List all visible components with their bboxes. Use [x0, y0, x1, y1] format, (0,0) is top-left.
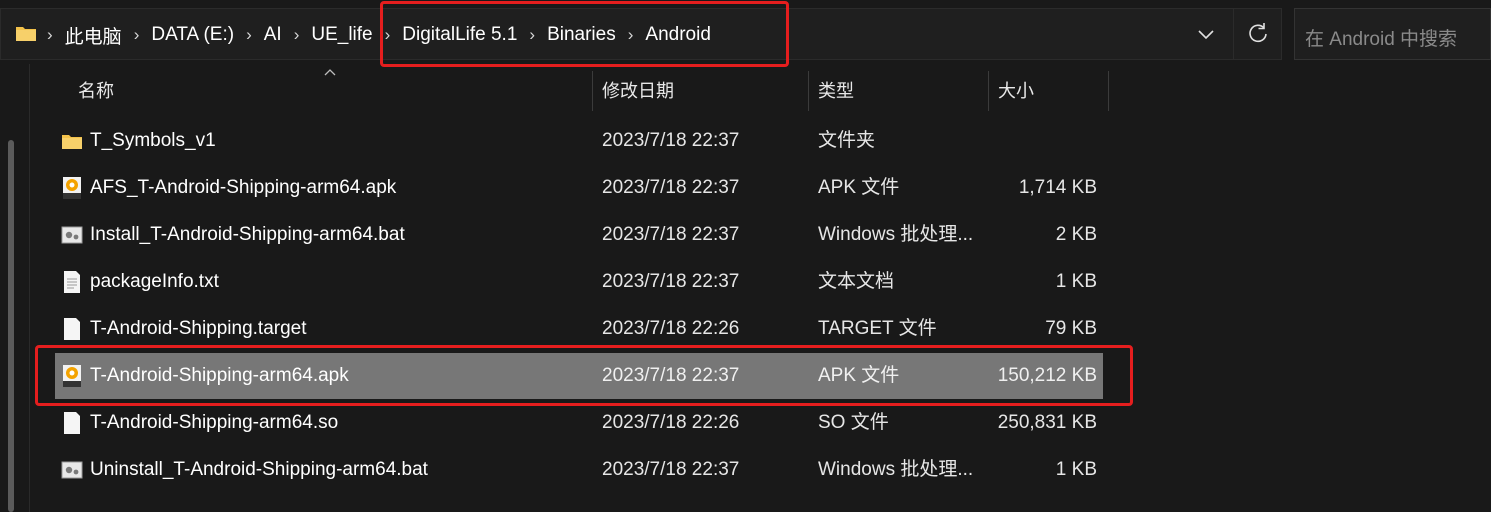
file-type: 文本文档	[818, 271, 895, 292]
file-type: Windows 批处理...	[818, 224, 974, 245]
pane-divider	[29, 64, 30, 512]
file-name: T_Symbols_v1	[90, 130, 216, 151]
file-type: 文件夹	[818, 130, 876, 151]
column-divider[interactable]	[592, 71, 593, 111]
file-name: Uninstall_T-Android-Shipping-arm64.bat	[90, 459, 428, 480]
breadcrumb-item[interactable]: Android	[639, 24, 717, 46]
file-row-selected[interactable]: T-Android-Shipping-arm64.apk 2023/7/18 2…	[55, 353, 1103, 399]
apk-icon	[63, 177, 81, 199]
chevron-right-icon[interactable]: ›	[622, 25, 640, 45]
address-bar[interactable]: › 此电脑 › DATA (E:) › AI › UE_life › Digit…	[0, 8, 1282, 60]
file-date: 2023/7/18 22:37	[602, 224, 740, 245]
file-name: AFS_T-Android-Shipping-arm64.apk	[90, 177, 397, 198]
breadcrumb-item[interactable]: Binaries	[541, 24, 622, 46]
file-type: SO 文件	[818, 412, 889, 433]
file-date: 2023/7/18 22:26	[602, 318, 740, 339]
txt-icon	[64, 271, 80, 293]
chevron-right-icon[interactable]: ›	[128, 25, 146, 45]
file-date: 2023/7/18 22:37	[602, 177, 740, 198]
file-row[interactable]: T_Symbols_v1 2023/7/18 22:37 文件夹	[55, 118, 1103, 164]
column-divider[interactable]	[1108, 71, 1109, 111]
chevron-right-icon[interactable]: ›	[523, 25, 541, 45]
file-row[interactable]: Uninstall_T-Android-Shipping-arm64.bat 2…	[55, 447, 1103, 493]
breadcrumb-item[interactable]: 此电脑	[59, 22, 128, 49]
file-size: 1,714 KB	[1018, 177, 1097, 198]
chevron-down-icon[interactable]	[1197, 29, 1215, 41]
chevron-right-icon[interactable]: ›	[240, 25, 258, 45]
scrollbar[interactable]	[8, 140, 14, 512]
file-date: 2023/7/18 22:37	[602, 271, 740, 292]
column-header-size[interactable]: 大小	[998, 66, 1034, 111]
file-icon	[64, 412, 80, 434]
file-type: APK 文件	[818, 177, 900, 198]
file-name: T-Android-Shipping-arm64.so	[90, 412, 339, 433]
file-size: 150,212 KB	[997, 365, 1097, 386]
file-size: 2 KB	[1055, 224, 1097, 245]
breadcrumb-item[interactable]: UE_life	[305, 24, 378, 46]
file-date: 2023/7/18 22:37	[602, 365, 740, 386]
file-row[interactable]: AFS_T-Android-Shipping-arm64.apk 2023/7/…	[55, 165, 1103, 211]
search-input[interactable]: 在 Android 中搜索	[1294, 8, 1491, 60]
file-row[interactable]: packageInfo.txt 2023/7/18 22:37 文本文档 1 K…	[55, 259, 1103, 305]
file-name: T-Android-Shipping-arm64.apk	[90, 365, 349, 386]
breadcrumb-item[interactable]: DigitalLife 5.1	[396, 24, 523, 46]
column-header-type[interactable]: 类型	[818, 66, 854, 111]
column-header-row: 名称 修改日期 类型 大小	[0, 66, 1110, 111]
file-size: 79 KB	[1045, 318, 1097, 339]
file-size: 1 KB	[1055, 459, 1097, 480]
file-date: 2023/7/18 22:37	[602, 459, 740, 480]
folder-icon	[16, 27, 36, 41]
file-name: T-Android-Shipping.target	[90, 318, 307, 339]
file-size: 1 KB	[1055, 271, 1097, 292]
file-size: 250,831 KB	[997, 412, 1097, 433]
apk-icon	[63, 365, 81, 387]
refresh-icon	[1249, 23, 1267, 43]
file-type: Windows 批处理...	[818, 459, 974, 480]
file-type: TARGET 文件	[818, 318, 937, 339]
chevron-right-icon[interactable]: ›	[379, 25, 397, 45]
column-divider[interactable]	[988, 71, 989, 111]
file-name: packageInfo.txt	[90, 271, 219, 292]
breadcrumb-item[interactable]: DATA (E:)	[145, 24, 240, 46]
file-icon	[64, 318, 80, 340]
file-row[interactable]: T-Android-Shipping.target 2023/7/18 22:2…	[55, 306, 1103, 352]
bat-icon	[61, 226, 83, 244]
file-date: 2023/7/18 22:26	[602, 412, 740, 433]
file-type: APK 文件	[818, 365, 900, 386]
column-header-date[interactable]: 修改日期	[602, 66, 674, 111]
column-divider[interactable]	[808, 71, 809, 111]
folder-icon	[62, 135, 82, 149]
bat-icon	[61, 461, 83, 479]
breadcrumb: › 此电脑 › DATA (E:) › AI › UE_life › Digit…	[41, 22, 717, 48]
column-header-name[interactable]: 名称	[78, 66, 114, 111]
file-name: Install_T-Android-Shipping-arm64.bat	[90, 224, 405, 245]
file-row[interactable]: Install_T-Android-Shipping-arm64.bat 202…	[55, 212, 1103, 258]
file-row[interactable]: T-Android-Shipping-arm64.so 2023/7/18 22…	[55, 400, 1103, 446]
file-date: 2023/7/18 22:37	[602, 130, 740, 151]
refresh-button[interactable]	[1233, 9, 1282, 59]
chevron-right-icon[interactable]: ›	[288, 25, 306, 45]
chevron-right-icon[interactable]: ›	[41, 25, 59, 45]
breadcrumb-item[interactable]: AI	[258, 24, 288, 46]
